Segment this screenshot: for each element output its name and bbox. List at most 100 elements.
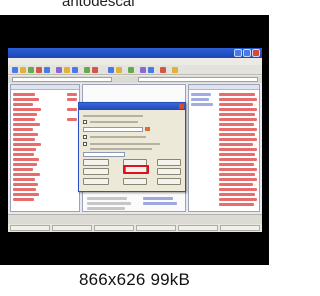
file-row: [13, 163, 37, 166]
folder-icon: [20, 67, 26, 73]
dialog-button[interactable]: [83, 159, 109, 166]
dialog-text-line: [90, 143, 160, 145]
file-row: [219, 138, 257, 141]
file-row: [191, 93, 211, 96]
file-row: [13, 128, 33, 131]
file-row: [13, 153, 34, 156]
address-bars: [8, 76, 262, 83]
file-row: [219, 193, 255, 196]
warning-icon: [145, 127, 150, 131]
checkbox-icon[interactable]: [83, 120, 87, 124]
status-bar: [8, 214, 262, 224]
file-row: [87, 197, 127, 200]
window-title-bar: [8, 48, 262, 58]
function-key[interactable]: [52, 225, 92, 231]
file-row: [13, 138, 35, 141]
file-row: [13, 123, 40, 126]
left-file-panel: [10, 84, 80, 212]
file-row: [13, 113, 37, 116]
toolbar-icon: [12, 67, 18, 73]
toolbar-icon: [128, 67, 134, 73]
toolbar-icon: [84, 67, 90, 73]
file-row: [13, 168, 33, 171]
file-row: [13, 188, 36, 191]
file-row: [219, 103, 253, 106]
thumbnail-screenshot[interactable]: [8, 48, 262, 232]
file-row: [219, 143, 253, 146]
dialog-input[interactable]: [83, 127, 143, 132]
maximize-icon: [243, 49, 251, 57]
dialog-button[interactable]: [157, 159, 181, 166]
file-row: [191, 103, 213, 106]
right-path-field: [138, 77, 258, 82]
toolbar-icon: [140, 67, 146, 73]
file-row: [219, 203, 254, 206]
panel-header: [11, 85, 79, 90]
dialog-close-icon[interactable]: [179, 104, 184, 109]
function-key[interactable]: [10, 225, 50, 231]
file-row: [219, 133, 255, 136]
function-key-bar: [8, 224, 262, 232]
file-row: [143, 197, 173, 200]
file-row: [219, 183, 253, 186]
file-row: [13, 158, 39, 161]
dialog-text-line: [83, 115, 143, 117]
dialog-input[interactable]: [83, 152, 125, 157]
file-row: [67, 93, 77, 96]
function-key[interactable]: [220, 225, 260, 231]
red-highlight-box: [123, 165, 149, 174]
toolbar-icon: [64, 67, 70, 73]
file-row: [67, 108, 77, 111]
file-row: [13, 143, 41, 146]
file-row: [67, 98, 77, 101]
right-file-panel: [188, 84, 260, 212]
checkbox-icon[interactable]: [83, 135, 87, 139]
function-key[interactable]: [136, 225, 176, 231]
file-row: [219, 198, 257, 201]
file-row: [87, 202, 131, 205]
dialog-text-line: [90, 148, 152, 150]
file-row: [13, 133, 38, 136]
toolbar-icon: [160, 67, 166, 73]
file-row: [143, 202, 177, 205]
dialog-text-line: [90, 136, 146, 138]
toolbar-icon: [148, 67, 154, 73]
file-row: [67, 118, 77, 121]
toolbar-icon: [108, 67, 114, 73]
file-row: [13, 148, 36, 151]
dialog-button[interactable]: [123, 178, 147, 185]
toolbar-icon: [72, 67, 78, 73]
toolbar-icon: [172, 67, 178, 73]
file-row: [13, 183, 38, 186]
file-row: [13, 98, 39, 101]
file-row: [219, 98, 257, 101]
file-row: [13, 108, 41, 111]
function-key[interactable]: [178, 225, 218, 231]
options-dialog[interactable]: [78, 102, 186, 192]
file-row: [191, 98, 209, 101]
file-row: [87, 207, 125, 210]
dialog-title-bar: [79, 103, 185, 110]
file-row: [219, 118, 257, 121]
dialog-button[interactable]: [83, 178, 109, 185]
dialog-button[interactable]: [83, 168, 109, 175]
file-row: [219, 108, 257, 111]
file-row: [219, 148, 257, 151]
cropped-caption: antodescal: [0, 0, 269, 12]
function-key[interactable]: [94, 225, 134, 231]
checkbox-icon[interactable]: [83, 142, 87, 146]
file-row: [13, 93, 35, 96]
menu-bar: [8, 58, 262, 65]
file-row: [13, 178, 35, 181]
toolbar-icon: [116, 67, 122, 73]
toolbar-icon: [92, 67, 98, 73]
toolbar: [8, 65, 262, 75]
file-row: [13, 173, 40, 176]
file-row: [219, 168, 257, 171]
dialog-button[interactable]: [157, 168, 181, 175]
file-row: [219, 93, 255, 96]
panel-header: [189, 85, 259, 90]
dialog-button[interactable]: [157, 178, 181, 185]
file-row: [13, 103, 33, 106]
file-row: [13, 198, 34, 201]
